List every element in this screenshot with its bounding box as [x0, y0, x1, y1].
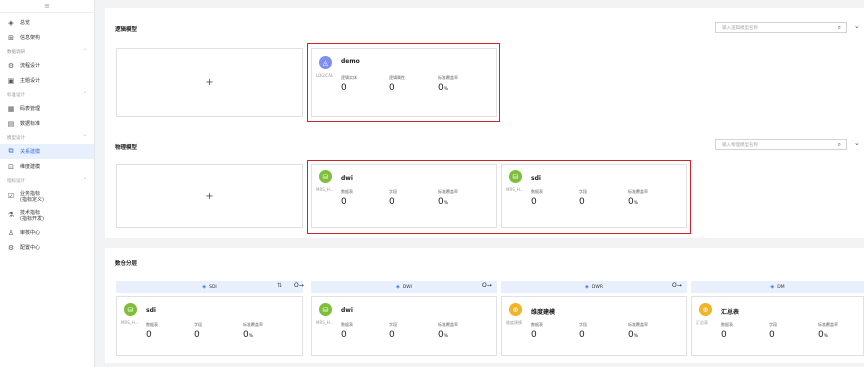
code-table-icon: ▦	[7, 104, 15, 113]
data-standard-icon: ▤	[7, 119, 15, 128]
sidebar-group-standard[interactable]: 标准设计 ⌃	[0, 88, 94, 101]
layer-card-sdi[interactable]: ⛁ sdi MRS_H... 数据表 字段 标准覆盖率 0 0 0%	[116, 296, 303, 356]
chevron-up-icon: ⌃	[83, 178, 87, 183]
layer-header-dwr: ◈ DWR	[501, 281, 687, 293]
highlight-box	[307, 43, 500, 122]
sidebar: ≡ ◈ 总览 ⊞ 信息架构 数据调研 ⌃ ⚙ 流程设计 ▣ 主题设计 标准设计 ⌃ ▦ 码表管…	[0, 0, 95, 367]
sidebar-item-review-center[interactable]: ♙ 审核中心	[0, 225, 94, 240]
physical-model-search-input[interactable]: 输入物理模型名称 ⌕	[715, 139, 847, 150]
sidebar-item-data-standard[interactable]: ▤ 数据标准	[0, 116, 94, 131]
sidebar-group-research[interactable]: 数据调研 ⌃	[0, 45, 94, 58]
flow-arrow-icon: O→	[482, 282, 492, 289]
layers-icon: ◈	[770, 284, 775, 290]
sidebar-item-label: 信息架构	[20, 35, 41, 41]
search-icon: ⌕	[837, 24, 841, 31]
layer-card-dm[interactable]: ⊕ 汇总表 汇总表 数据表 字段 标准覆盖率 0 0 0%	[691, 296, 864, 356]
tech-metric-icon: ⚗	[7, 211, 15, 220]
topic-icon: ▣	[7, 76, 15, 85]
chevron-up-icon: ⌃	[83, 135, 87, 140]
highlight-box	[307, 160, 691, 234]
menu-toggle-icon[interactable]: ≡	[0, 0, 94, 13]
layer-header-dm: ◈ DM	[691, 281, 864, 293]
panel-title: 数仓分层	[115, 261, 138, 267]
review-user-icon: ♙	[7, 228, 15, 237]
search-icon: ⌕	[837, 141, 841, 148]
relational-model-icon: ⧉	[8, 147, 14, 155]
logical-model-panel: 逻辑模型 输入逻辑模型名称 ⌕ ⌄ + ◬ demo LOGICAL 逻辑实体 逻…	[105, 8, 864, 129]
layers-icon: ◈	[202, 284, 207, 290]
sort-icon[interactable]: ⇅	[277, 282, 282, 289]
sidebar-item-business-metric[interactable]: ☑ 业务指标 (指标定义)	[0, 187, 94, 206]
config-icon: ⚙	[7, 243, 15, 252]
sidebar-item-topic-design[interactable]: ▣ 主题设计	[0, 73, 94, 88]
database-icon: ⛁	[319, 303, 332, 316]
process-icon: ⚙	[7, 61, 15, 70]
chevron-up-icon: ⌃	[83, 92, 87, 97]
database-icon: ⛁	[124, 303, 137, 316]
business-metric-icon: ☑	[7, 192, 15, 201]
flow-arrow-icon: O→	[294, 282, 304, 289]
sidebar-group-model[interactable]: 模型设计 ⌃	[0, 131, 94, 144]
globe-icon: ⊕	[509, 303, 522, 316]
layers-icon: ◈	[585, 284, 589, 290]
sidebar-item-label: 总览	[20, 20, 31, 26]
info-arch-icon: ⊞	[8, 33, 14, 42]
sidebar-item-overview[interactable]: ◈ 总览	[0, 15, 94, 30]
logical-model-search-input[interactable]: 输入逻辑模型名称 ⌕	[715, 22, 847, 33]
sidebar-item-process-design[interactable]: ⚙ 流程设计	[0, 58, 94, 73]
layer-card-dwr[interactable]: ⊕ 维度建模 维度建模 数据表 字段 标准覆盖率 0 0 0%	[501, 296, 687, 356]
sidebar-item-config-center[interactable]: ⚙ 配置中心	[0, 240, 94, 255]
layer-header-sdi: ◈ SDI	[116, 281, 303, 293]
sidebar-item-tech-metric[interactable]: ⚗ 技术指标 (指标开发)	[0, 206, 94, 225]
add-logical-model-button[interactable]: +	[116, 48, 303, 117]
sidebar-item-info-arch[interactable]: ⊞ 信息架构	[0, 30, 94, 45]
flow-arrow-icon: O→	[672, 282, 682, 289]
layer-card-dwi[interactable]: ⛁ dwi MRS_H... 数据表 字段 标准覆盖率 0 0 0%	[311, 296, 497, 356]
dimension-model-icon: ⊡	[8, 162, 14, 171]
layers-icon: ◈	[395, 284, 400, 290]
sidebar-item-relational-modeling[interactable]: ⧉ 关系建模	[0, 144, 94, 159]
add-physical-model-button[interactable]: +	[116, 164, 303, 228]
warehouse-layers-panel: 数仓分层 ◈ SDI ⇅ O→ ◈ DWI O→ ◈ DWR O→ ◈ DM ⛁ sdi…	[105, 248, 864, 363]
panel-title: 逻辑模型	[115, 27, 138, 33]
globe-icon: ⊕	[699, 303, 712, 316]
layer-header-dwi: ◈ DWI	[311, 281, 497, 293]
layers-icon: ◈	[8, 18, 14, 27]
main-content: 逻辑模型 输入逻辑模型名称 ⌕ ⌄ + ◬ demo LOGICAL 逻辑实体 逻…	[97, 0, 864, 367]
sidebar-item-code-table[interactable]: ▦ 码表管理	[0, 101, 94, 116]
sidebar-item-dimension-modeling[interactable]: ⊡ 维度建模	[0, 159, 94, 174]
chevron-up-icon: ⌃	[83, 49, 87, 54]
sidebar-group-metric[interactable]: 指标设计 ⌃	[0, 174, 94, 187]
chevron-down-icon[interactable]: ⌄	[854, 22, 860, 30]
chevron-down-icon[interactable]: ⌄	[854, 139, 860, 147]
panel-title: 物理模型	[115, 145, 138, 151]
physical-model-panel: 物理模型 输入物理模型名称 ⌕ ⌄ + ⛁ dwi MRS_H... 数据表 字段…	[105, 129, 864, 238]
